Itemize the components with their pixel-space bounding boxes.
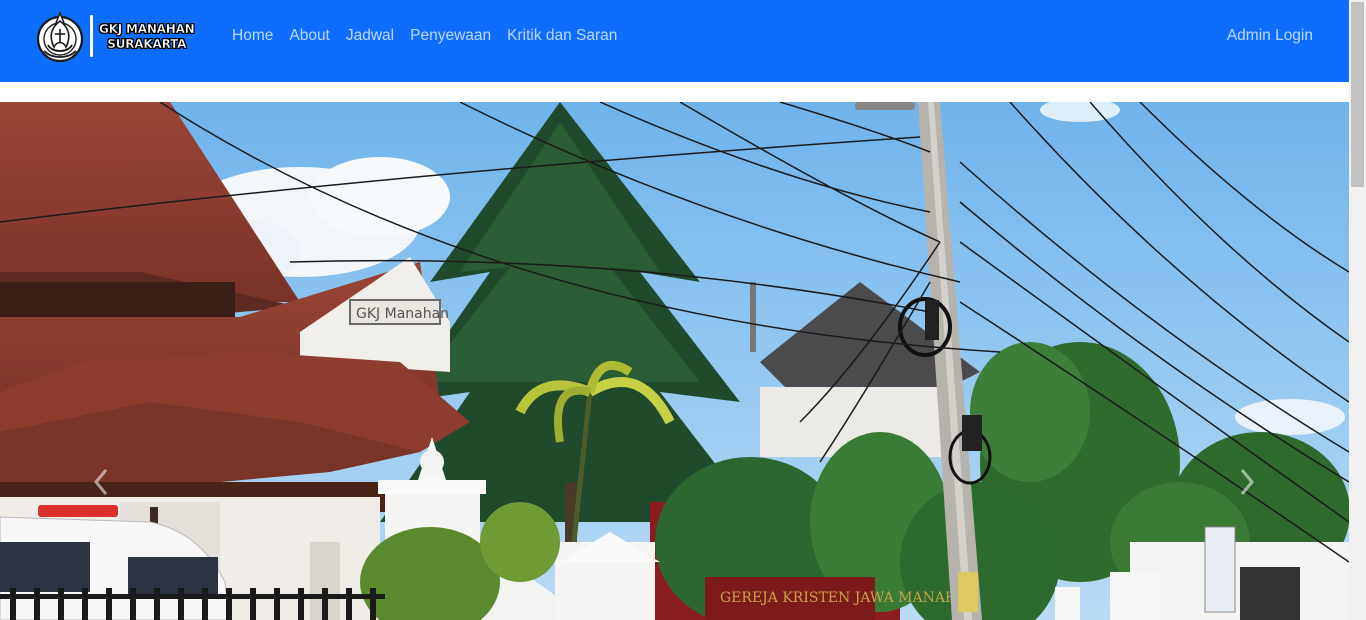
page: GKJ MANAHAN SURAKARTA Home About Jadwal … [0,0,1366,620]
hero-church-photo: GEREJA KRISTEN JAWA MANAHAN GKJ Manahan [0,102,1349,620]
hero-sign-text: GKJ Manahan [356,306,449,322]
brand-divider [90,15,93,57]
page-scrollbar[interactable] [1349,0,1366,620]
brand-logo-link[interactable]: GKJ MANAHAN SURAKARTA [34,8,195,64]
navbar: GKJ MANAHAN SURAKARTA Home About Jadwal … [0,0,1349,82]
nav-item-kritik-saran: Kritik dan Saran [499,25,625,47]
brand-name: GKJ MANAHAN [99,21,195,36]
scrollbar-thumb[interactable] [1351,2,1364,187]
nav-link-about[interactable]: About [281,25,338,47]
brand-city: SURAKARTA [107,36,187,51]
admin-login-link[interactable]: Admin Login [1227,25,1313,47]
nav-item-home: Home [224,25,281,47]
svg-text:GEREJA KRISTEN JAWA MANAHAN: GEREJA KRISTEN JAWA MANAHAN [720,590,980,606]
church-emblem-icon [36,10,84,63]
nav-link-home[interactable]: Home [224,25,281,47]
nav-item-jadwal: Jadwal [338,25,402,47]
nav-link-kritik-saran[interactable]: Kritik dan Saran [499,25,625,47]
hero-carousel: GEREJA KRISTEN JAWA MANAHAN GKJ Manahan [0,102,1349,620]
brand-text: GKJ MANAHAN SURAKARTA [99,21,195,51]
nav-item-penyewaan: Penyewaan [402,25,499,47]
nav-item-about: About [281,25,338,47]
chevron-left-icon[interactable] [86,462,116,502]
nav-link-jadwal[interactable]: Jadwal [338,25,402,47]
chevron-right-icon[interactable] [1232,462,1262,502]
nav-link-penyewaan[interactable]: Penyewaan [402,25,499,47]
main-nav: Home About Jadwal Penyewaan Kritik dan S… [224,25,625,47]
